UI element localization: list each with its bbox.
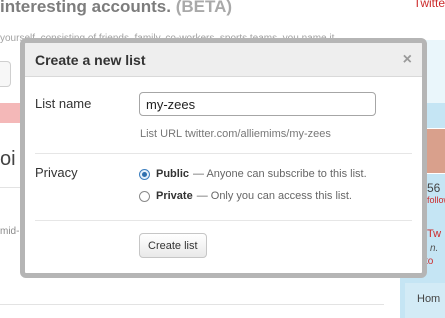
background-title: interesting accounts. (BETA) xyxy=(0,0,232,17)
public-option-name: Public xyxy=(156,168,190,180)
sidebar-text: n. xyxy=(430,243,439,254)
public-radio[interactable] xyxy=(139,168,150,180)
dialog-title: Create a new list xyxy=(35,51,146,68)
following-link[interactable]: follow xyxy=(427,195,445,205)
private-option-description: — Only you can access this list. xyxy=(196,190,352,202)
private-option[interactable]: Private — Only you can access this list. xyxy=(139,190,352,202)
list-name-row: List name List URL twitter.com/alliemims… xyxy=(35,92,412,148)
create-list-button[interactable]: Create list xyxy=(139,233,207,258)
privacy-row: Privacy Public — Anyone can subscribe to… xyxy=(35,163,412,213)
section-divider xyxy=(35,153,412,154)
beta-badge: (BETA) xyxy=(175,0,233,16)
create-list-dialog: Create a new list × List name List URL t… xyxy=(20,38,427,278)
section-divider xyxy=(35,220,412,221)
background-left-button xyxy=(0,61,11,87)
private-radio[interactable] xyxy=(139,190,150,202)
list-url-hint: List URL twitter.com/alliemims/my-zees xyxy=(140,128,331,140)
privacy-label: Privacy xyxy=(35,165,78,180)
home-tab-label: Hom xyxy=(417,293,441,305)
public-option[interactable]: Public — Anyone can subscribe to this li… xyxy=(139,168,367,180)
list-name-label: List name xyxy=(35,96,92,111)
background-corner-link[interactable]: Twitte xyxy=(414,0,445,10)
background-heading: oi xyxy=(0,148,16,170)
background-title-text: interesting accounts. xyxy=(0,0,171,16)
sidebar-link[interactable]: Tw xyxy=(427,228,441,240)
private-option-name: Private xyxy=(156,190,193,202)
actions-row: Create list xyxy=(35,233,412,259)
background-divider xyxy=(0,187,20,188)
follower-count: 56 xyxy=(427,181,441,195)
background-mid-text: mid- xyxy=(0,226,20,237)
close-icon[interactable]: × xyxy=(403,51,412,68)
public-option-description: — Anyone can subscribe to this list. xyxy=(193,168,367,180)
list-name-input[interactable] xyxy=(139,92,376,116)
dialog-header: Create a new list × xyxy=(25,43,422,77)
home-tab[interactable]: Hom xyxy=(405,283,445,318)
background-divider xyxy=(0,304,384,305)
